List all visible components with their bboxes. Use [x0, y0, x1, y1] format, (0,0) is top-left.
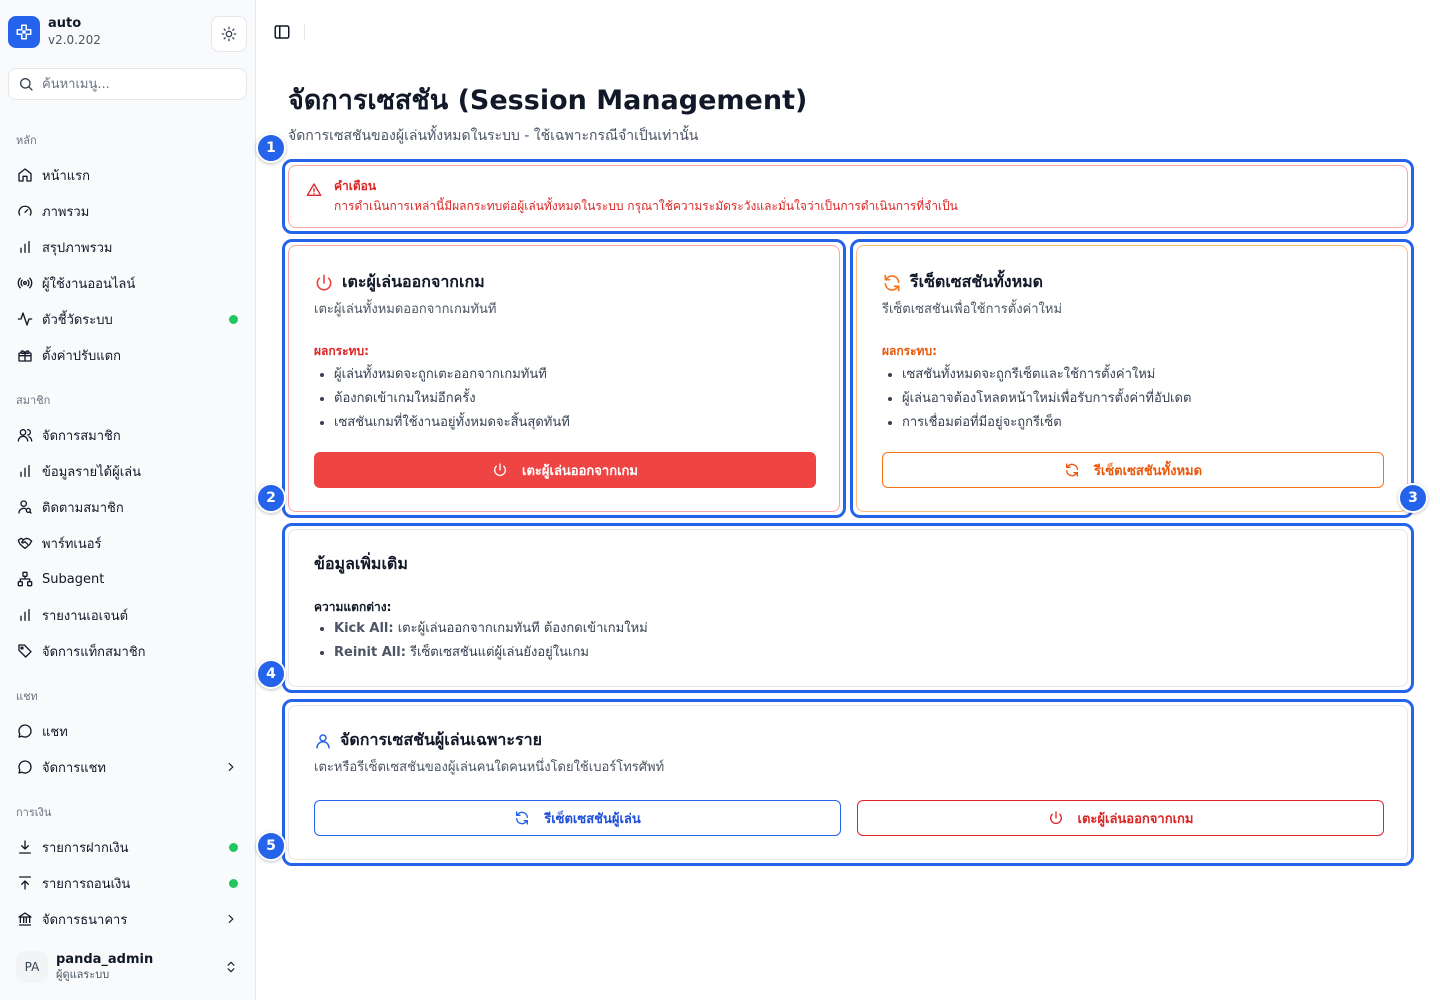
annotation-badge: 1: [256, 133, 286, 163]
handshake-icon: [16, 534, 34, 552]
search-icon: [20, 78, 33, 91]
sidebar-item-banks[interactable]: จัดการธนาคาร: [8, 903, 248, 935]
sidebar-item-label: ผู้ใช้งานออนไลน์: [42, 276, 136, 292]
sidebar-item-subagent[interactable]: Subagent: [8, 563, 248, 595]
panel-left-icon: [274, 25, 290, 39]
activity-icon: [16, 310, 34, 328]
sidebar-item-label: จัดการแท็กสมาชิก: [42, 644, 146, 660]
users-icon: [16, 426, 34, 444]
user-name: panda_admin: [56, 952, 154, 967]
highlight-frame-2: [282, 239, 846, 518]
gauge-icon: [16, 202, 34, 220]
user-role: ผู้ดูแลระบบ: [56, 968, 110, 981]
sidebar-item-agent-report[interactable]: รายงานเอเจนต์: [8, 599, 248, 631]
sidebar-item-manage-chat[interactable]: จัดการแชท: [8, 751, 248, 783]
sidebar-item-label: รายการถอนเงิน: [42, 876, 131, 892]
sidebar-item-label: ตัวชี้วัดระบบ: [42, 312, 113, 328]
sidebar-toggle-button[interactable]: [272, 22, 292, 42]
sidebar-item-label: สรุปภาพรวม: [42, 240, 113, 256]
avatar: PA: [16, 951, 48, 983]
sidebar-item-label: จัดการสมาชิก: [42, 428, 121, 444]
sidebar-item-label: ติดตามสมาชิก: [42, 500, 124, 516]
nav-group-label: หลัก: [16, 134, 37, 147]
sidebar-item-members[interactable]: จัดการสมาชิก: [8, 419, 248, 451]
app-name: auto: [48, 16, 82, 31]
sidebar-item-member-tags[interactable]: จัดการแท็กสมาชิก: [8, 635, 248, 667]
highlight-frame-5: [282, 699, 1414, 866]
brand[interactable]: auto v2.0.202: [8, 16, 101, 48]
sidebar-item-label: รายการฝากเงิน: [42, 840, 129, 856]
upload-icon: [16, 874, 34, 892]
sidebar-item-label: จัดการแชท: [42, 760, 106, 776]
sidebar-item-track-members[interactable]: ติดตามสมาชิก: [8, 491, 248, 523]
sidebar-item-withdrawals[interactable]: รายการถอนเงิน: [8, 867, 248, 899]
sidebar-item-label: จัดการธนาคาร: [42, 912, 128, 928]
app-logo-icon: [8, 16, 40, 48]
annotation-badge: 3: [1398, 483, 1428, 513]
bank-icon: [16, 910, 34, 928]
search-input[interactable]: [42, 76, 232, 92]
sidebar-item-label: หน้าแรก: [42, 168, 90, 184]
sidebar-item-label: รายงานเอเจนต์: [42, 608, 129, 624]
download-icon: [16, 838, 34, 856]
sidebar: auto v2.0.202 หลัก หน้าแรก ภาพรวม สรุปภา…: [0, 0, 256, 1000]
annotation-badge: 5: [256, 831, 286, 861]
chevron-right-icon: [228, 762, 234, 772]
sidebar-item-online-users[interactable]: ผู้ใช้งานออนไลน์: [8, 267, 248, 299]
sidebar-item-settings[interactable]: ตั้งค่าปรับแตก: [8, 339, 248, 371]
chevron-right-icon: [228, 914, 234, 924]
bar-chart-icon: [16, 462, 34, 480]
chat-icon: [16, 722, 34, 740]
page-title: จัดการเซสชัน (Session Management): [288, 85, 808, 116]
sidebar-item-chat[interactable]: แชท: [8, 715, 248, 747]
sidebar-item-system-metrics[interactable]: ตัวชี้วัดระบบ: [8, 303, 248, 335]
sidebar-item-label: ตั้งค่าปรับแตก: [42, 348, 121, 364]
bar-chart-icon: [16, 606, 34, 624]
network-icon: [16, 570, 34, 588]
broadcast-icon: [16, 274, 34, 292]
status-dot: [229, 879, 238, 888]
home-icon: [16, 166, 34, 184]
sidebar-item-deposits[interactable]: รายการฝากเงิน: [8, 831, 248, 863]
chat-icon: [16, 758, 34, 776]
user-search-icon: [16, 498, 34, 516]
theme-toggle-button[interactable]: [211, 16, 247, 52]
highlight-frame-1: [282, 159, 1414, 234]
sidebar-item-summary[interactable]: สรุปภาพรวม: [8, 231, 248, 263]
highlight-frame-4: [282, 523, 1414, 693]
topbar-divider: [304, 24, 305, 40]
chevrons-up-down-icon: [227, 961, 235, 973]
nav-group-label: แชท: [16, 690, 38, 703]
user-menu[interactable]: PA panda_admin ผู้ดูแลระบบ: [8, 946, 248, 988]
annotation-badge: 4: [256, 659, 286, 689]
status-dot: [229, 315, 238, 324]
sidebar-item-label: ข้อมูลรายได้ผู้เล่น: [42, 464, 142, 480]
sidebar-item-label: พาร์ทเนอร์: [42, 536, 102, 552]
status-dot: [229, 843, 238, 852]
menu-search[interactable]: [8, 68, 247, 100]
app-version: v2.0.202: [48, 33, 101, 47]
sidebar-item-label: Subagent: [42, 571, 105, 587]
tag-icon: [16, 642, 34, 660]
sidebar-item-label: แชท: [42, 724, 68, 740]
sidebar-item-overview[interactable]: ภาพรวม: [8, 195, 248, 227]
sidebar-item-partners[interactable]: พาร์ทเนอร์: [8, 527, 248, 559]
highlight-frame-3: [850, 239, 1414, 518]
sun-icon: [221, 26, 237, 42]
sidebar-item-player-revenue[interactable]: ข้อมูลรายได้ผู้เล่น: [8, 455, 248, 487]
sidebar-item-home[interactable]: หน้าแรก: [8, 159, 248, 191]
nav-group-label: สมาชิก: [16, 394, 51, 407]
gift-icon: [16, 346, 34, 364]
nav-group-label: การเงิน: [16, 806, 52, 819]
sidebar-item-label: ภาพรวม: [42, 204, 90, 220]
bar-chart-icon: [16, 238, 34, 256]
page-subtitle: จัดการเซสชันของผู้เล่นทั้งหมดในระบบ - ใช…: [288, 128, 699, 144]
annotation-badge: 2: [256, 483, 286, 513]
